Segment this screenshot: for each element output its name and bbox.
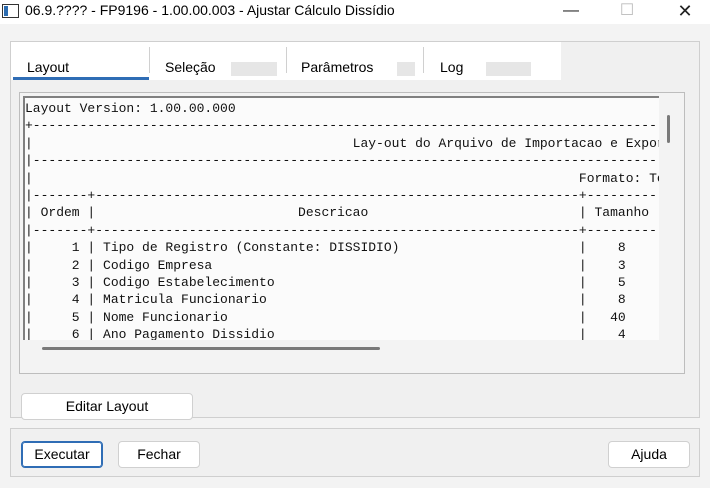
active-tab-indicator (13, 77, 149, 80)
document-line: | Lay-out do Arquivo de Importacao e Exp… (25, 135, 659, 151)
document-line: | 5 | Nome Funcionario | 40 | (25, 309, 659, 325)
tab-log[interactable]: Log (424, 42, 552, 80)
tab-separator (149, 47, 150, 73)
tab-layout-label: Layout (27, 59, 70, 75)
close-window-button[interactable]: ✕ (662, 0, 708, 24)
vertical-scrollbar[interactable] (667, 115, 670, 143)
tab-panel: Layout Seleção Parâmetros Log Layout Ver… (10, 41, 700, 420)
layout-document-text: Layout Version: 1.00.00.000 +------------… (25, 100, 659, 340)
tab-filler (486, 62, 531, 76)
dialog-body: Layout Seleção Parâmetros Log Layout Ver… (0, 24, 710, 488)
maximize-button[interactable]: ☐ (604, 0, 650, 24)
tab-selecao-label: Seleção (165, 59, 216, 75)
close-button[interactable]: Fechar (118, 441, 200, 468)
document-line: | 4 | Matricula Funcionario | 8 | (25, 292, 659, 308)
tab-filler (397, 62, 415, 76)
edit-layout-button[interactable]: Editar Layout (21, 393, 193, 420)
document-line: | 1 | Tipo de Registro (Constante: DISSI… (25, 240, 659, 256)
document-line: Layout Version: 1.00.00.000 (25, 101, 236, 116)
tab-layout[interactable]: Layout (11, 42, 149, 80)
document-line: |-------+-------------------------------… (25, 188, 659, 204)
app-icon (2, 4, 19, 18)
document-line: | Formato: Texto (25, 170, 659, 186)
layout-document[interactable]: Layout Version: 1.00.00.000 +------------… (23, 96, 659, 340)
action-bar: Executar Fechar Ajuda (10, 428, 700, 477)
help-button[interactable]: Ajuda (608, 441, 690, 468)
document-line: |---------------------------------------… (25, 153, 659, 169)
tab-parametros-label: Parâmetros (301, 59, 374, 75)
document-line: |-------+-------------------------------… (25, 222, 659, 238)
tab-bar: Layout Seleção Parâmetros Log (11, 42, 561, 80)
minimize-button[interactable]: — (548, 0, 594, 24)
tab-parametros[interactable]: Parâmetros (287, 42, 415, 80)
document-line: +---------------------------------------… (25, 118, 659, 134)
window-title: 06.9.???? - FP9196 - 1.00.00.003 - Ajust… (25, 2, 395, 18)
tab-filler (231, 62, 277, 76)
document-line: | 2 | Codigo Empresa | 3 | (25, 257, 659, 273)
execute-button[interactable]: Executar (21, 441, 103, 468)
tab-log-label: Log (440, 59, 464, 75)
document-line: | 3 | Codigo Estabelecimento | 5 | (25, 275, 659, 291)
document-line: | 6 | Ano Pagamento Dissidio | 4 | (25, 327, 659, 340)
horizontal-scrollbar[interactable] (42, 347, 380, 350)
tab-selecao[interactable]: Seleção (151, 42, 279, 80)
title-bar: 06.9.???? - FP9196 - 1.00.00.003 - Ajust… (0, 0, 710, 24)
layout-document-frame: Layout Version: 1.00.00.000 +------------… (19, 92, 685, 374)
document-line: | Ordem | Descricao | Tamanho | (25, 205, 659, 221)
